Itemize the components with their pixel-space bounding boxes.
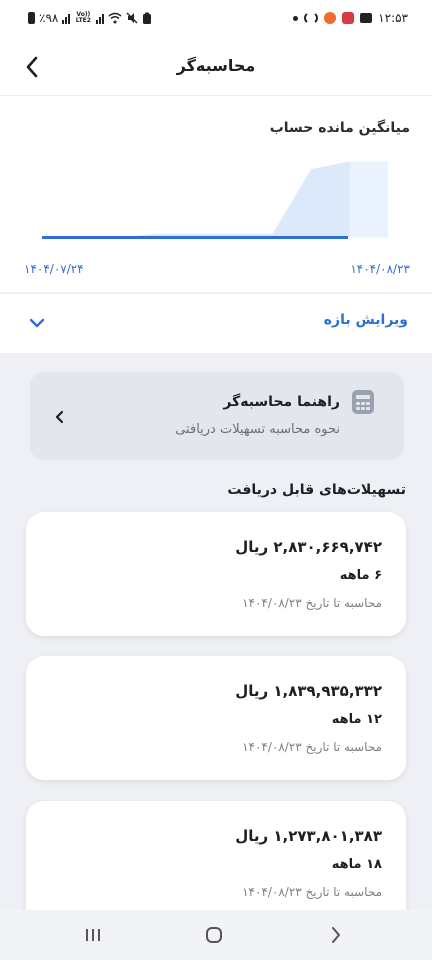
recents-button[interactable] [78, 922, 108, 948]
loan-calc-date: محاسبه تا تاریخ ۱۴۰۴/۰۸/۲۳ [242, 740, 382, 754]
balance-area [42, 161, 388, 238]
loan-term: ۶ ماهه [339, 568, 382, 583]
back-chevron-icon [332, 927, 340, 943]
loan-calc-date: محاسبه تا تاریخ ۱۴۰۴/۰۸/۲۳ [242, 885, 382, 899]
balance-chart [42, 161, 388, 239]
chevron-down-icon [29, 318, 45, 328]
status-left: ٪۹۸ Vo)) LTE2 [28, 11, 152, 25]
chart-end-date: ۱۴۰۴/۰۸/۲۳ [350, 262, 410, 276]
mute-icon [126, 12, 138, 24]
edit-range-button[interactable]: ویرایش بازه [0, 293, 432, 353]
calculator-guide-card[interactable]: راهنما محاسبه‌گر نحوه محاسبه تسهیلات دری… [30, 372, 404, 460]
status-right: ۱۲:۵۳ [293, 11, 408, 25]
loan-card-6-month[interactable]: ۲,۸۳۰,۶۶۹,۷۴۲ ریال ۶ ماهه محاسبه تا تاری… [26, 512, 406, 636]
recents-icon [86, 929, 100, 941]
loan-card-18-month[interactable]: ۱,۲۷۳,۸۰۱,۳۸۳ ریال ۱۸ ماهه محاسبه تا تار… [26, 801, 406, 925]
chart-start-date: ۱۴۰۴/۰۷/۲۴ [24, 262, 84, 276]
chevron-left-icon [55, 410, 64, 424]
chart-title: میانگین مانده حساب [269, 120, 410, 136]
app-notification-icon-2 [342, 12, 355, 24]
loan-amount: ۱,۸۳۹,۹۳۵,۳۳۲ ریال [235, 682, 382, 700]
system-nav-bar [0, 910, 432, 960]
loan-calc-date: محاسبه تا تاریخ ۱۴۰۴/۰۸/۲۳ [242, 596, 382, 610]
page-title: محاسبه‌گر [176, 56, 256, 75]
loan-term: ۱۲ ماهه [331, 712, 382, 727]
calculator-icon [352, 390, 374, 414]
guide-title: راهنما محاسبه‌گر [223, 394, 340, 410]
loan-amount: ۲,۸۳۰,۶۶۹,۷۴۲ ریال [235, 538, 382, 556]
loan-amount: ۱,۲۷۳,۸۰۱,۳۸۳ ریال [235, 827, 382, 845]
edit-range-label: ویرایش بازه [323, 312, 408, 328]
network-type: Vo)) LTE2 [75, 11, 91, 24]
signal-icon-2 [96, 13, 105, 24]
battery-icon [28, 12, 35, 24]
clipboard-icon [143, 12, 152, 24]
balance-area-highlight [349, 161, 388, 238]
battery-level: ٪۹۸ [39, 11, 59, 25]
app-notification-icon [324, 12, 337, 24]
message-icon [360, 13, 373, 23]
status-bar: ٪۹۸ Vo)) LTE2 ۱۲:۵۳ [0, 0, 432, 38]
loans-section-title: تسهیلات‌های قابل دریافت [227, 482, 406, 498]
sync-app-icon [304, 13, 319, 23]
balance-chart-card: میانگین مانده حساب ۱۴۰۴/۰۷/۲۴ ۱۴۰۴/۰۸/۲۳ [0, 96, 432, 292]
status-time: ۱۲:۵۳ [378, 11, 408, 25]
home-button[interactable] [199, 922, 229, 948]
system-back-button[interactable] [320, 922, 350, 948]
loan-card-12-month[interactable]: ۱,۸۳۹,۹۳۵,۳۳۲ ریال ۱۲ ماهه محاسبه تا تار… [26, 656, 406, 780]
app-header: محاسبه‌گر [0, 38, 432, 96]
home-icon [206, 927, 222, 943]
notification-dot-icon [293, 15, 299, 21]
signal-icon [62, 13, 71, 24]
loan-term: ۱۸ ماهه [331, 857, 382, 872]
guide-subtitle: نحوه محاسبه تسهیلات دریافتی [175, 422, 340, 437]
wifi-icon [108, 12, 122, 24]
